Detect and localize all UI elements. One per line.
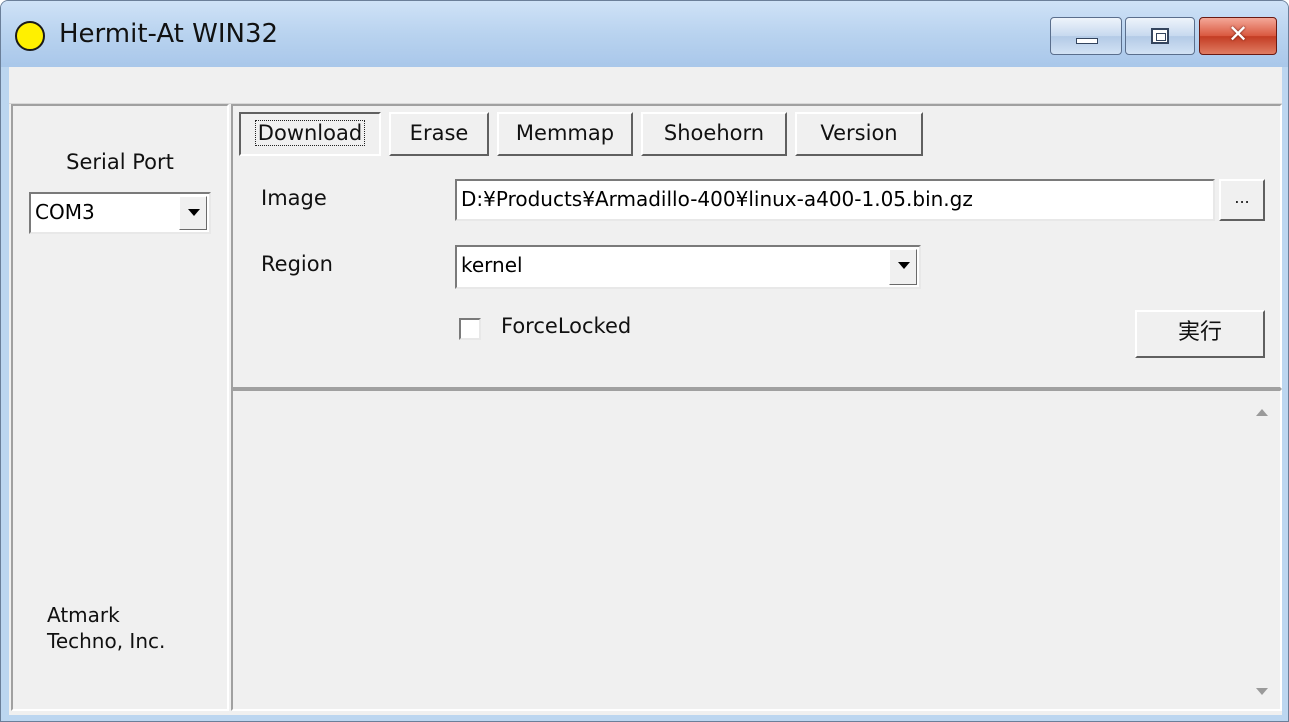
- tab-memmap[interactable]: Memmap: [497, 112, 633, 156]
- tab-memmap-label: Memmap: [515, 121, 615, 145]
- minimize-icon: [1076, 38, 1098, 44]
- region-select[interactable]: kernel: [455, 245, 921, 289]
- scroll-up-arrow-icon[interactable]: [1256, 409, 1268, 416]
- company-name: Atmark Techno, Inc.: [47, 602, 165, 654]
- menu-bar: [9, 67, 1282, 104]
- maximize-icon: [1151, 28, 1169, 44]
- region-value: kernel: [461, 253, 523, 277]
- company-line-2: Techno, Inc.: [47, 629, 166, 653]
- title-bar[interactable]: Hermit-At WIN32 ✕: [1, 1, 1288, 67]
- serial-port-label: Serial Port: [66, 150, 174, 174]
- tab-shoehorn-label: Shoehorn: [663, 121, 765, 145]
- log-output-area[interactable]: [231, 389, 1282, 711]
- company-line-1: Atmark: [47, 603, 120, 627]
- tab-download-label: Download: [254, 120, 366, 146]
- status-light-icon: [15, 21, 45, 51]
- tab-shoehorn[interactable]: Shoehorn: [641, 112, 787, 156]
- image-path-field[interactable]: D:¥Products¥Armadillo-400¥linux-a400-1.0…: [455, 179, 1215, 221]
- download-panel: Download Erase Memmap Shoehorn Version I…: [231, 104, 1282, 389]
- tab-version-label: Version: [820, 121, 898, 145]
- image-label: Image: [261, 186, 327, 210]
- tab-erase-label: Erase: [409, 121, 469, 145]
- region-label: Region: [261, 252, 333, 276]
- window-title: Hermit-At WIN32: [59, 19, 279, 49]
- serial-port-select[interactable]: COM3: [29, 192, 211, 234]
- tab-download[interactable]: Download: [239, 112, 381, 156]
- close-button[interactable]: ✕: [1199, 17, 1277, 55]
- client-area: Serial Port COM3 Atmark Techno, Inc. Dow…: [9, 67, 1282, 715]
- serial-port-panel: Serial Port COM3 Atmark Techno, Inc.: [11, 104, 229, 711]
- browse-button[interactable]: ...: [1219, 179, 1265, 221]
- chevron-down-icon[interactable]: [889, 249, 917, 285]
- chevron-down-icon[interactable]: [179, 196, 207, 230]
- tab-version[interactable]: Version: [795, 112, 923, 156]
- scroll-down-arrow-icon[interactable]: [1256, 688, 1268, 695]
- app-window: Hermit-At WIN32 ✕ Serial Port COM3 Atmar…: [0, 0, 1289, 722]
- minimize-button[interactable]: [1050, 17, 1122, 55]
- force-locked-label[interactable]: ForceLocked: [501, 314, 631, 338]
- force-locked-checkbox[interactable]: [459, 318, 481, 340]
- execute-button[interactable]: 実行: [1135, 310, 1265, 358]
- serial-port-value: COM3: [35, 200, 95, 224]
- maximize-button[interactable]: [1125, 17, 1195, 55]
- tab-erase[interactable]: Erase: [389, 112, 489, 156]
- close-icon: ✕: [1227, 20, 1249, 48]
